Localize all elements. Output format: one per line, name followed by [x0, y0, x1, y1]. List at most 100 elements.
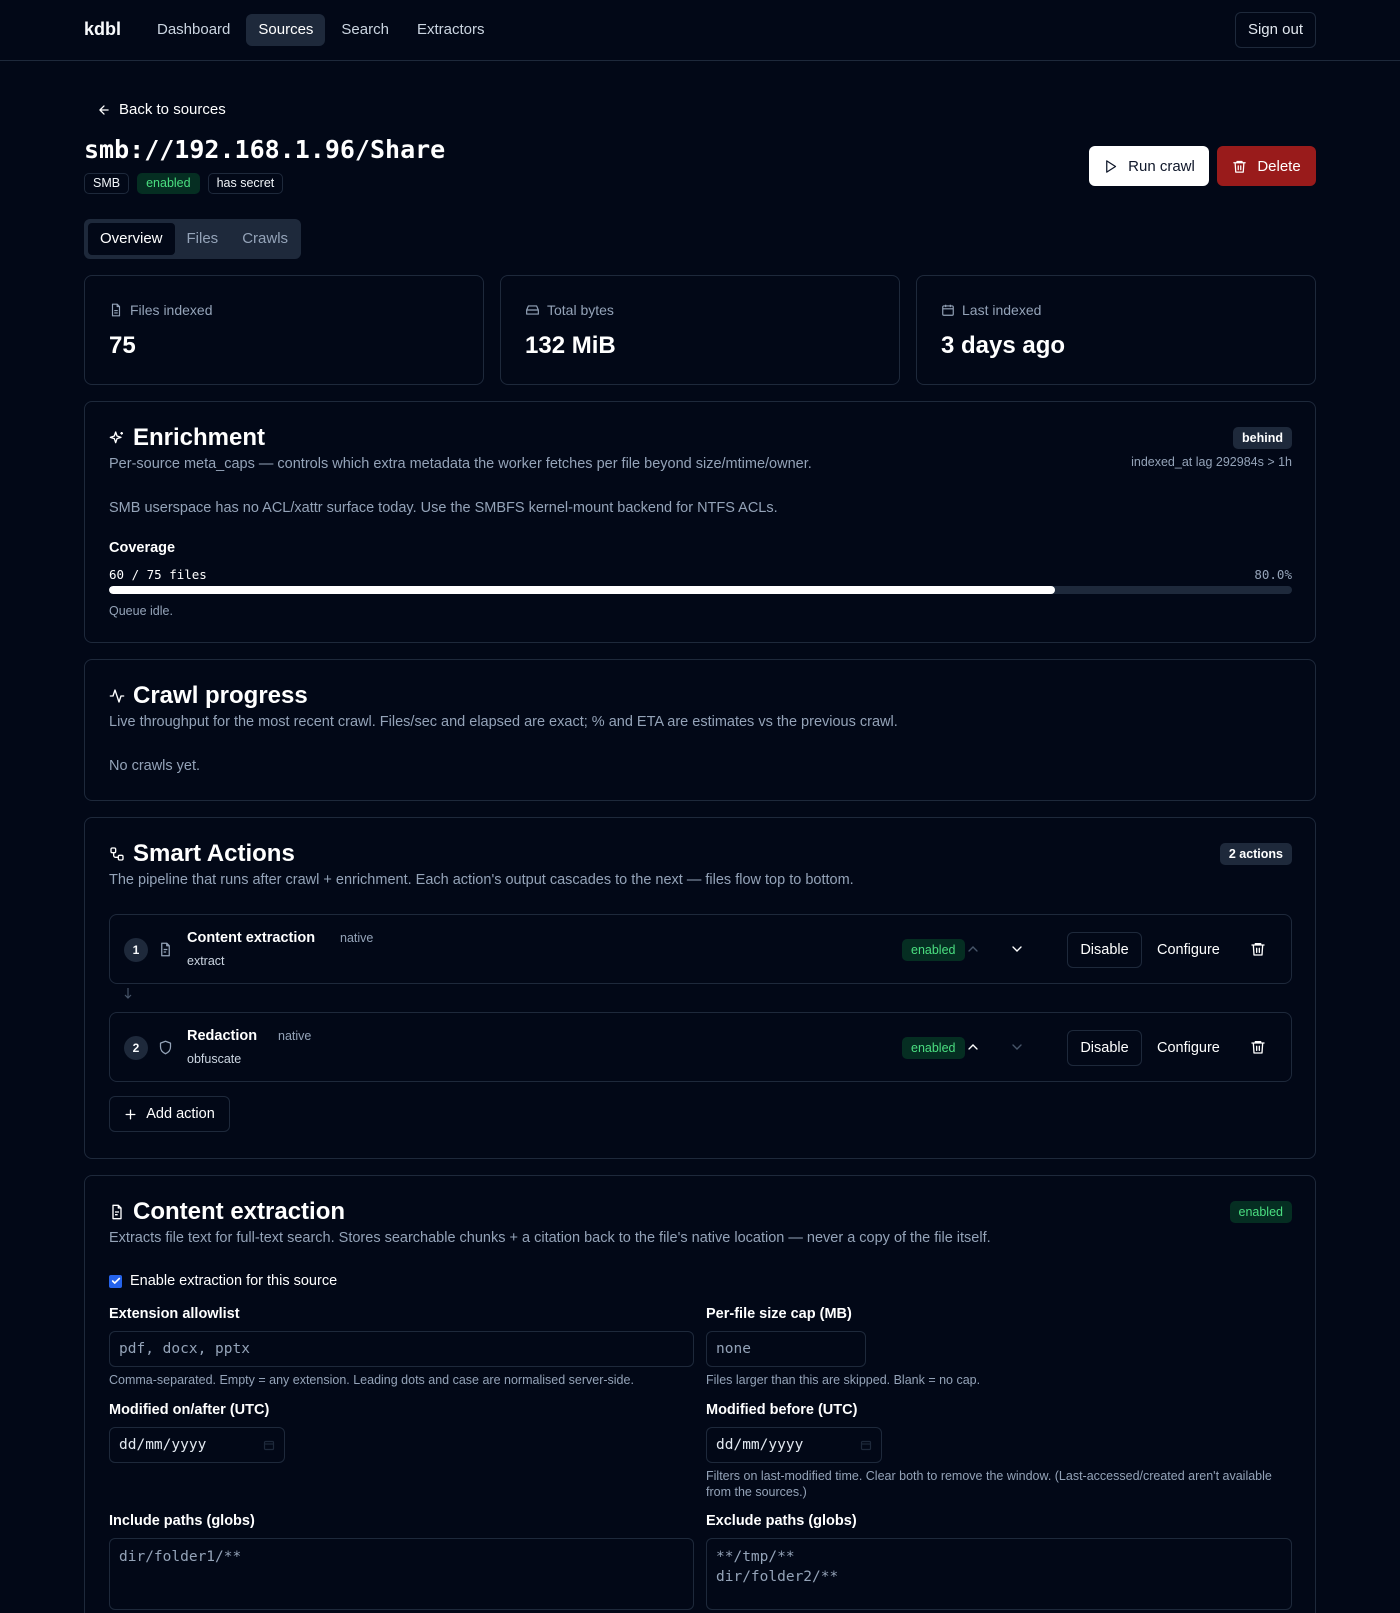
run-crawl-label: Run crawl: [1128, 157, 1195, 175]
disable-button[interactable]: Disable: [1067, 1030, 1142, 1066]
queue-status: Queue idle.: [109, 604, 173, 618]
add-action-button[interactable]: Add action: [109, 1096, 230, 1132]
stat-value: 132 MiB: [525, 332, 616, 359]
move-down-button[interactable]: [1009, 941, 1025, 957]
activity-icon: [109, 688, 125, 704]
add-action-label: Add action: [146, 1106, 215, 1122]
move-down-button[interactable]: [1009, 1039, 1025, 1055]
exclude-paths-textarea[interactable]: **/tmp/** dir/folder2/**: [706, 1538, 1292, 1610]
trash-icon: [1232, 159, 1247, 174]
delete-action-button[interactable]: [1250, 941, 1266, 957]
back-label: Back to sources: [119, 101, 226, 118]
configure-button[interactable]: Configure: [1157, 932, 1220, 968]
coverage-progress-bar: [109, 586, 1292, 594]
stat-label: Last indexed: [962, 302, 1042, 318]
card-description: Extracts file text for full-text search.…: [109, 1230, 991, 1246]
tab-crawls[interactable]: Crawls: [230, 223, 300, 255]
nav-links: Dashboard Sources Search Extractors: [145, 14, 496, 46]
move-up-button[interactable]: [965, 1039, 981, 1055]
card-description: Per-source meta_caps — controls which ex…: [109, 456, 812, 472]
disable-button[interactable]: Disable: [1067, 932, 1142, 968]
arrow-left-icon: [97, 103, 111, 117]
back-to-sources-link[interactable]: Back to sources: [97, 101, 226, 118]
sign-out-button[interactable]: Sign out: [1235, 12, 1316, 48]
coverage-count: 60 / 75 files: [109, 567, 207, 582]
no-crawls-text: No crawls yet.: [109, 758, 201, 774]
action-op: obfuscate: [187, 1052, 242, 1066]
nav-link-extractors[interactable]: Extractors: [405, 14, 497, 46]
page-title: smb://192.168.1.96/Share: [84, 135, 446, 164]
calendar-icon[interactable]: [860, 1439, 872, 1451]
lag-text: indexed_at lag 292984s > 1h: [1131, 455, 1292, 469]
size-cap-label: Per-file size cap (MB): [706, 1306, 852, 1322]
behind-badge: behind: [1233, 427, 1292, 449]
extension-allowlist-input[interactable]: pdf, docx, pptx: [109, 1331, 694, 1367]
stat-label: Total bytes: [547, 302, 614, 318]
modified-before-label: Modified before (UTC): [706, 1402, 858, 1418]
secret-badge: has secret: [207, 173, 284, 194]
action-kind: native: [278, 1029, 312, 1043]
calendar-icon: [941, 303, 955, 317]
content-extraction-card: Content extraction enabled Extracts file…: [84, 1175, 1316, 1613]
file-text-icon: [109, 1204, 125, 1220]
stat-files-indexed: Files indexed 75: [84, 275, 484, 385]
source-badges: SMB enabled has secret: [84, 173, 284, 194]
card-title: Smart Actions: [133, 840, 295, 867]
tab-overview[interactable]: Overview: [88, 223, 175, 255]
delete-label: Delete: [1257, 157, 1301, 175]
extension-allowlist-help: Comma-separated. Empty = any extension. …: [109, 1373, 634, 1387]
date-placeholder: dd/mm/yyyy: [716, 1437, 804, 1453]
type-badge: SMB: [84, 173, 130, 194]
delete-button[interactable]: Delete: [1217, 146, 1316, 186]
nav-link-dashboard[interactable]: Dashboard: [145, 14, 242, 46]
plus-icon: [124, 1108, 137, 1121]
include-paths-label: Include paths (globs): [109, 1513, 255, 1529]
action-index: 2: [124, 1036, 148, 1060]
enable-extraction-row: Enable extraction for this source: [109, 1273, 337, 1289]
tab-files[interactable]: Files: [175, 223, 231, 255]
top-nav: kdbl Dashboard Sources Search Extractors…: [0, 0, 1400, 61]
action-row: 1 Content extraction native extract enab…: [109, 914, 1292, 984]
action-row: 2 Redaction native obfuscate enabled Dis…: [109, 1012, 1292, 1082]
nav-link-search[interactable]: Search: [329, 14, 401, 46]
action-op: extract: [187, 954, 225, 968]
enable-extraction-checkbox[interactable]: [109, 1274, 122, 1288]
stat-total-bytes: Total bytes 132 MiB: [500, 275, 900, 385]
card-description: The pipeline that runs after crawl + enr…: [109, 872, 854, 888]
stat-value: 75: [109, 332, 136, 359]
modified-before-input[interactable]: dd/mm/yyyy: [706, 1427, 882, 1463]
action-name: Content extraction: [187, 930, 316, 946]
exclude-paths-label: Exclude paths (globs): [706, 1513, 857, 1529]
modified-after-label: Modified on/after (UTC): [109, 1402, 270, 1418]
size-cap-input[interactable]: none: [706, 1331, 866, 1367]
action-index: 1: [124, 938, 148, 962]
app-logo[interactable]: kdbl: [84, 19, 121, 40]
actions-count-badge: 2 actions: [1219, 843, 1292, 865]
shield-icon: [158, 1040, 173, 1055]
action-name: Redaction: [187, 1028, 258, 1044]
date-window-help: Filters on last-modified time. Clear bot…: [706, 1469, 1272, 1499]
modified-after-input[interactable]: dd/mm/yyyy: [109, 1427, 285, 1463]
move-up-button[interactable]: [965, 941, 981, 957]
coverage-label: Coverage: [109, 540, 176, 556]
nav-link-sources[interactable]: Sources: [246, 14, 326, 46]
tab-list: Overview Files Crawls: [84, 219, 301, 259]
file-text-icon: [158, 942, 173, 957]
coverage-percent: 80.0%: [1254, 567, 1292, 582]
card-title: Content extraction: [133, 1198, 346, 1225]
enrichment-card: Enrichment Per-source meta_caps — contro…: [84, 401, 1316, 643]
file-icon: [109, 303, 123, 317]
action-status-badge: enabled: [902, 939, 965, 961]
include-paths-textarea[interactable]: dir/folder1/**: [109, 1538, 694, 1610]
cascade-arrow-icon: [123, 988, 133, 1000]
enable-extraction-label: Enable extraction for this source: [130, 1273, 338, 1289]
hard-drive-icon: [525, 303, 540, 317]
crawl-progress-card: Crawl progress Live throughput for the m…: [84, 659, 1316, 801]
play-icon: [1103, 159, 1118, 174]
stat-last-indexed: Last indexed 3 days ago: [916, 275, 1316, 385]
configure-button[interactable]: Configure: [1157, 1030, 1220, 1066]
delete-action-button[interactable]: [1250, 1039, 1266, 1055]
extraction-status-badge: enabled: [1229, 1201, 1292, 1223]
run-crawl-button[interactable]: Run crawl: [1089, 146, 1209, 186]
calendar-icon[interactable]: [263, 1439, 275, 1451]
